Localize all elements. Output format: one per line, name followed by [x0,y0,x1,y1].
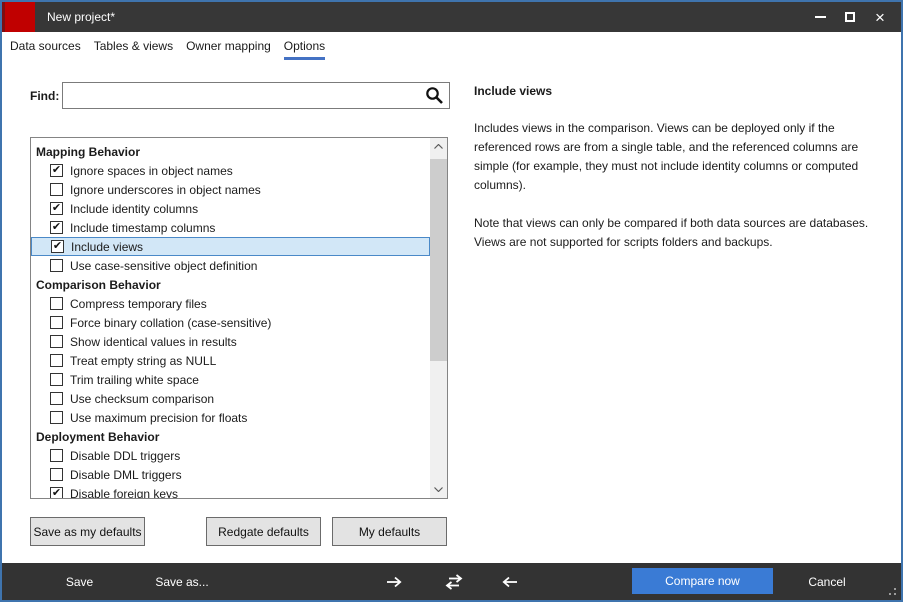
option-description-title: Include views [474,84,876,98]
swap-arrows-icon [443,574,465,590]
save-button[interactable]: Save [57,563,102,600]
checkbox-unchecked[interactable] [50,449,63,462]
vertical-scrollbar[interactable] [430,138,447,498]
checkbox-checked[interactable]: ✔ [50,202,63,215]
list-row-label: Trim trailing white space [70,373,199,387]
scrollbar-thumb[interactable] [430,159,447,361]
my-defaults-button[interactable]: My defaults [332,517,447,546]
tab-options[interactable]: Options [284,33,325,60]
list-row[interactable]: Treat empty string as NULL [31,351,430,370]
scroll-down-icon[interactable] [430,481,447,498]
close-icon: × [875,9,885,26]
close-button[interactable]: × [865,2,895,32]
checkbox-unchecked[interactable] [50,411,63,424]
option-description-paragraph: Note that views can only be compared if … [474,214,876,252]
list-row[interactable]: ✔ Ignore spaces in object names [31,161,430,180]
checkbox-unchecked[interactable] [50,183,63,196]
new-project-dialog: New project* × Data sources Tables & vie… [0,0,903,602]
find-label: Find: [30,89,59,103]
list-row-label: Force binary collation (case-sensitive) [70,316,271,330]
checkbox-unchecked[interactable] [50,316,63,329]
checkbox-unchecked[interactable] [50,392,63,405]
checkbox-unchecked[interactable] [50,297,63,310]
footer-bar: Save Save as... Compare now Cancel [2,563,901,600]
list-row-label: Disable foreign keys [70,487,178,500]
list-row-label: Mapping Behavior [36,145,140,159]
checkbox-checked[interactable]: ✔ [50,164,63,177]
find-input[interactable] [62,82,450,109]
list-row-label: Use maximum precision for floats [70,411,247,425]
list-row[interactable]: Force binary collation (case-sensitive) [31,313,430,332]
list-row[interactable]: ✔ Include identity columns [31,199,430,218]
cancel-button[interactable]: Cancel [795,563,859,600]
maximize-icon [845,12,855,22]
list-row-label: Treat empty string as NULL [70,354,216,368]
list-row-label: Ignore underscores in object names [70,183,261,197]
tab-owner-mapping[interactable]: Owner mapping [186,33,271,60]
list-row[interactable]: Disable DML triggers [31,465,430,484]
list-group-heading: Comparison Behavior [31,275,430,294]
list-group-heading: Mapping Behavior [31,142,430,161]
minimize-button[interactable] [805,2,835,32]
switch-direction-button[interactable] [438,563,470,600]
checkbox-checked[interactable]: ✔ [50,221,63,234]
list-row-label: Use case-sensitive object definition [70,259,257,273]
list-row[interactable]: Use checksum comparison [31,389,430,408]
list-row[interactable]: Trim trailing white space [31,370,430,389]
option-description-paragraph: Includes views in the comparison. Views … [474,119,876,195]
titlebar: New project* × [2,2,901,32]
list-row[interactable]: Use case-sensitive object definition [31,256,430,275]
checkbox-unchecked[interactable] [50,373,63,386]
list-row-label: Show identical values in results [70,335,237,349]
option-description-panel: Include views Includes views in the comp… [474,84,876,271]
checkbox-checked[interactable]: ✔ [50,487,63,499]
list-row-label: Use checksum comparison [70,392,214,406]
save-as-my-defaults-button[interactable]: Save as my defaults [30,517,145,546]
resize-grip-icon[interactable] [887,586,896,595]
list-group-heading: Deployment Behavior [31,427,430,446]
arrow-left-icon [501,576,519,588]
list-row[interactable]: ✔ Disable foreign keys [31,484,430,499]
checkbox-checked[interactable]: ✔ [51,240,64,253]
deploy-right-button[interactable] [378,563,410,600]
deploy-left-button[interactable] [494,563,526,600]
window-title: New project* [47,2,115,32]
checkbox-unchecked[interactable] [50,354,63,367]
list-row[interactable]: Compress temporary files [31,294,430,313]
list-row[interactable]: Show identical values in results [31,332,430,351]
search-icon [425,86,444,105]
save-as-button[interactable]: Save as... [150,563,214,600]
options-list-rows: Mapping Behavior ✔ Ignore spaces in object… [31,142,430,499]
checkbox-unchecked[interactable] [50,468,63,481]
list-row-label: Compress temporary files [70,297,207,311]
minimize-icon [815,16,826,18]
list-row[interactable]: ✔ Include views [31,237,430,256]
redgate-app-icon [2,2,35,33]
list-row-label: Include timestamp columns [70,221,215,235]
checkbox-unchecked[interactable] [50,335,63,348]
list-row-label: Include views [71,240,143,254]
list-row[interactable]: Disable DDL triggers [31,446,430,465]
list-row-label: Deployment Behavior [36,430,159,444]
tab-tables-views[interactable]: Tables & views [94,33,173,60]
list-row-label: Disable DDL triggers [70,449,180,463]
checkbox-unchecked[interactable] [50,259,63,272]
compare-now-button[interactable]: Compare now [632,568,773,594]
scroll-up-icon[interactable] [430,138,447,155]
list-row[interactable]: ✔ Include timestamp columns [31,218,430,237]
list-row-label: Disable DML triggers [70,468,182,482]
list-row[interactable]: Use maximum precision for floats [31,408,430,427]
window-controls: × [805,2,895,32]
options-list: Mapping Behavior ✔ Ignore spaces in object… [30,137,448,499]
maximize-button[interactable] [835,2,865,32]
redgate-defaults-button[interactable]: Redgate defaults [206,517,321,546]
tab-bar: Data sources Tables & views Owner mappin… [2,32,901,61]
list-row[interactable]: Ignore underscores in object names [31,180,430,199]
list-row-label: Comparison Behavior [36,278,161,292]
list-row-label: Ignore spaces in object names [70,164,233,178]
arrow-right-icon [385,576,403,588]
list-row-label: Include identity columns [70,202,198,216]
tab-data-sources[interactable]: Data sources [10,33,81,60]
